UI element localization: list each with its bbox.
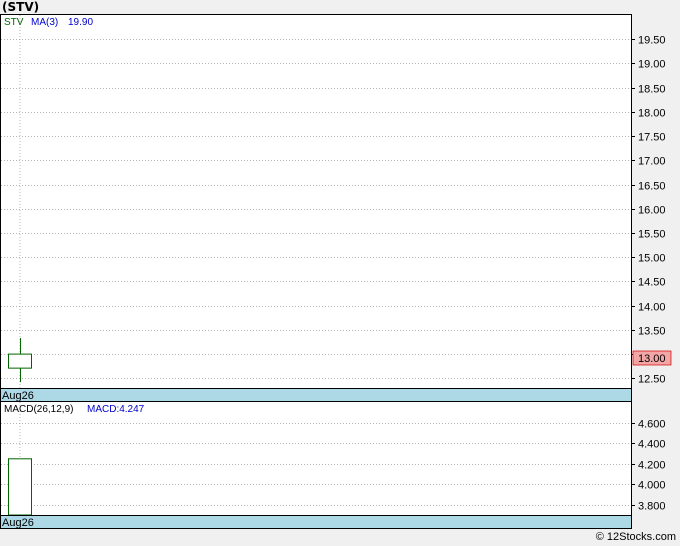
price-tick-label: 17.50 [638,132,666,144]
price-tick-label: 18.50 [638,84,666,96]
price-tick-label: 15.00 [638,253,666,265]
macd-bars [8,458,32,516]
copyright-footer: © 12Stocks.com [595,531,676,543]
price-tick-label: 19.50 [638,35,666,47]
price-tick-label: 14.50 [638,277,666,289]
price-tick-label: 12.50 [638,374,666,386]
price-tick-label: 13.50 [638,326,666,338]
price-tick-label: 14.00 [638,302,666,314]
macd-tick-label: 3.800 [638,501,666,513]
symbol-label: STV [4,17,24,28]
macd-label: MACD(26,12,9) [4,404,73,415]
price-tick-label: 19.00 [638,59,666,71]
macd-value-label: MACD:4.247 [87,404,145,415]
price-tick-label: 15.50 [638,229,666,241]
macd-tick-label: 4.000 [638,480,666,492]
price-tick-label: 16.00 [638,205,666,217]
macd-bar [8,458,32,516]
price-tick-label: 18.00 [638,108,666,120]
price-tick-label: 17.00 [638,156,666,168]
macd-date-band [0,515,632,529]
ma-label: MA(3) [31,17,58,28]
price-date-band [0,388,632,402]
macd-tick-label: 4.200 [638,460,666,472]
last-price-label: 13.00 [638,353,666,365]
macd-tick-label: 4.600 [638,419,666,431]
macd-tick-label: 4.400 [638,439,666,451]
chart-svg: 12.50 13.50 14.00 14.50 15.00 15.50 16.00 16.50… [0,14,672,529]
macd-date-label: Aug26 [2,517,34,529]
candle-body [8,353,32,369]
price-tick-label: 16.50 [638,181,666,193]
macd-axis-ticks: 3.800 4.000 4.200 4.400 4.600 [631,419,666,513]
price-axis-ticks: 12.50 13.50 14.00 14.50 15.00 15.50 16.00 16.50… [631,35,666,386]
price-date-label: Aug26 [2,390,34,402]
macd-panel [0,401,632,516]
ma-value: 19.90 [68,17,93,28]
price-panel [0,14,632,389]
